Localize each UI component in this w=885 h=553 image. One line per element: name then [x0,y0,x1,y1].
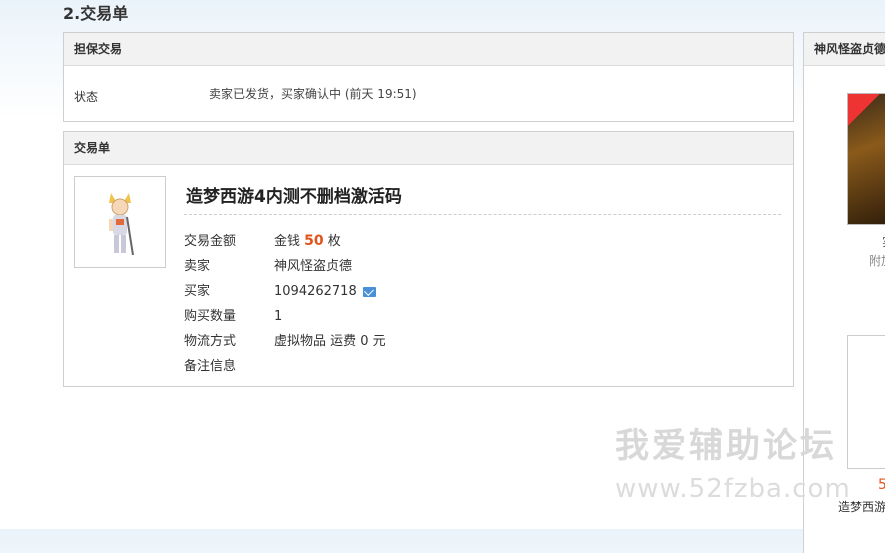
watermark-title: 我爱辅助论坛 [615,426,837,466]
status-label: 状态 [74,90,99,104]
mail-icon[interactable] [362,286,376,297]
character-image [109,193,134,256]
shipping-value: 虚拟物品 运费 0 元 [274,334,386,349]
title-divider [184,214,781,215]
amount-value: 50 [304,233,324,249]
amount-prefix: 金钱 [274,234,301,249]
quantity-value: 1 [274,309,283,324]
order-panel: 交易单 造梦西游4内测不删档激活码 交易金额 金钱 50 枚 卖家 神风怪盗贞德 买… [63,131,794,387]
order-header: 交易单 [64,132,793,165]
seller-label: 卖家 [184,259,211,274]
amount-unit: 枚 [327,234,341,249]
section-title: 2.交易单 [63,4,129,23]
buyer-link[interactable]: 1094262718 [274,284,357,299]
status-row: 状态 卖家已发货，买家确认中 (前天 19:51) [64,66,793,121]
guarantee-panel: 担保交易 状态 卖家已发货，买家确认中 (前天 19:51) [63,32,794,122]
status-value: 卖家已发货，买家确认中 (前天 19:51) [209,87,417,101]
note-row: 备注信息 [184,355,274,374]
sidebar-header[interactable]: 神风怪盗贞德 [804,33,885,66]
shipping-row: 物流方式 虚拟物品 运费 0 元 [184,330,386,349]
sidebar-text-2: 附加 [869,254,885,268]
buyer-label: 买家 [184,284,211,299]
buyer-row: 买家 1094262718 [184,280,376,299]
guarantee-header: 担保交易 [64,33,793,66]
shipping-label: 物流方式 [184,334,237,349]
sidebar-item-price: 5 [878,477,885,493]
seller-link[interactable]: 神风怪盗贞德 [274,259,352,274]
amount-label: 交易金额 [184,234,237,249]
note-label: 备注信息 [184,359,237,374]
promo-badge [848,94,880,126]
sidebar-item-thumbnail[interactable] [847,335,885,469]
amount-row: 交易金额 金钱 50 枚 [184,230,341,249]
item-title[interactable]: 造梦西游4内测不删档激活码 [186,182,402,207]
seller-row: 卖家 神风怪盗贞德 [184,255,352,274]
quantity-row: 购买数量 1 [184,305,282,324]
promo-image[interactable] [847,93,885,225]
item-thumbnail[interactable] [74,176,166,268]
quantity-label: 购买数量 [184,309,237,324]
watermark-url: www.52fzba.com [615,474,851,504]
